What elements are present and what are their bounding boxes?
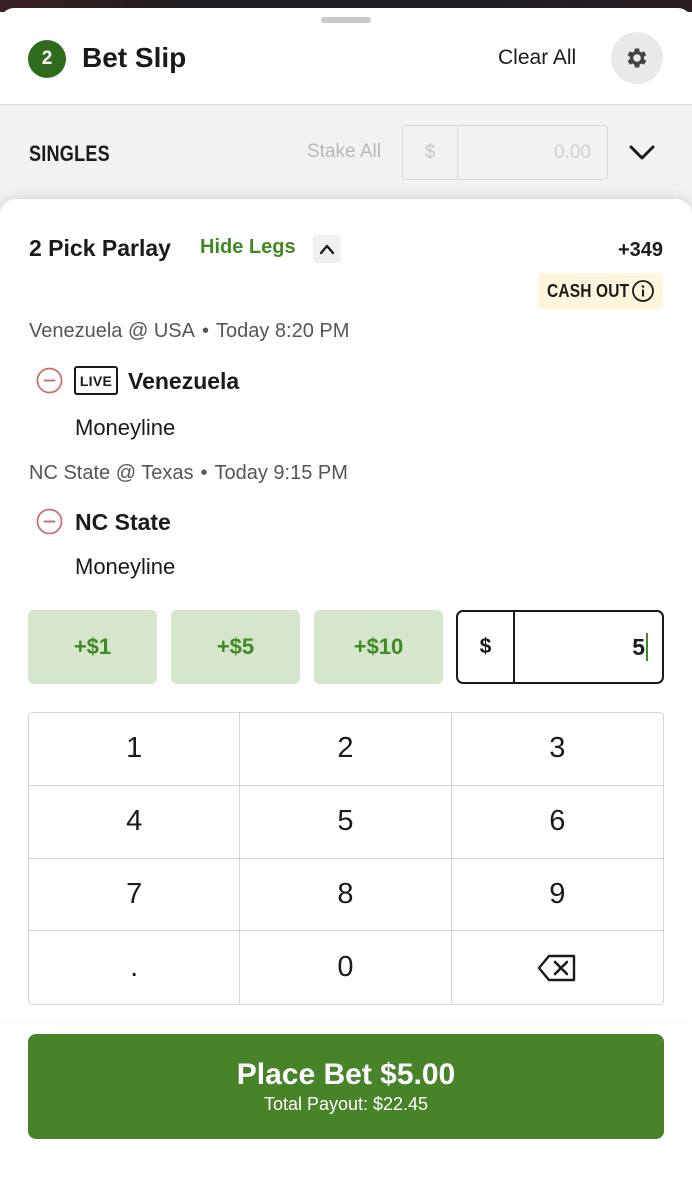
- remove-leg-icon[interactable]: [36, 508, 63, 535]
- stake-all-placeholder: 0.00: [554, 141, 591, 163]
- quick-add-5-button[interactable]: +$5: [171, 610, 300, 684]
- backspace-key[interactable]: [451, 931, 663, 1004]
- stake-value-wrap: 5: [515, 612, 662, 682]
- key-0[interactable]: 0: [240, 931, 452, 1004]
- leg-event-name: NC State @ Texas: [29, 462, 194, 484]
- leg-selection: NC State: [75, 509, 171, 535]
- cash-out-label: CASH OUT: [547, 280, 630, 301]
- key-8[interactable]: 8: [240, 858, 452, 932]
- bet-slip-header: 2 Bet Slip Clear All: [0, 24, 692, 104]
- key-9[interactable]: 9: [451, 858, 663, 932]
- key-5[interactable]: 5: [240, 785, 452, 859]
- leg-selection: Venezuela: [128, 368, 240, 394]
- cash-out-badge[interactable]: CASH OUT: [538, 273, 663, 309]
- quick-add-1-button[interactable]: +$1: [28, 610, 157, 684]
- total-payout-label: Total Payout: $22.45: [263, 1094, 429, 1114]
- collapse-legs-button[interactable]: [313, 235, 341, 263]
- separator-dot: •: [201, 320, 209, 342]
- key-7[interactable]: 7: [29, 858, 241, 932]
- stake-input[interactable]: $ 5: [456, 610, 664, 684]
- backspace-icon: [538, 954, 576, 981]
- leg-event-name: Venezuela @ USA: [29, 320, 195, 342]
- text-cursor: [646, 633, 648, 661]
- page-title: Bet Slip: [82, 42, 187, 73]
- bet-count-badge: 2: [28, 40, 66, 78]
- gear-icon: [627, 48, 647, 68]
- parlay-card: 2 Pick Parlay Hide Legs +349 CASH OUT Ve…: [0, 199, 692, 1021]
- separator-dot: •: [200, 462, 208, 484]
- key-3[interactable]: 3: [451, 713, 663, 786]
- leg-event-time: Today 8:20 PM: [215, 320, 350, 342]
- clear-all-button[interactable]: Clear All: [498, 46, 576, 70]
- parlay-title: 2 Pick Parlay: [29, 235, 171, 261]
- place-bet-label: Place Bet $5.00: [236, 1058, 456, 1091]
- leg-event-info: NC State @ Texas • Today 9:15 PM: [29, 462, 348, 485]
- stake-all-input[interactable]: $ 0.00: [402, 125, 608, 180]
- info-icon[interactable]: [631, 279, 655, 303]
- singles-label: SINGLES: [29, 141, 110, 166]
- parlay-odds: +349: [617, 239, 663, 261]
- remove-leg-icon[interactable]: [36, 367, 63, 394]
- key-6[interactable]: 6: [451, 785, 663, 859]
- leg-event-time: Today 9:15 PM: [214, 462, 348, 484]
- drag-handle[interactable]: [321, 17, 371, 23]
- leg-market: Moneyline: [75, 415, 176, 440]
- hide-legs-button[interactable]: Hide Legs: [200, 236, 296, 259]
- settings-button[interactable]: [611, 32, 663, 84]
- leg-market: Moneyline: [75, 554, 176, 579]
- key-1[interactable]: 1: [29, 713, 241, 786]
- stake-all-currency: $: [403, 126, 458, 179]
- quick-add-10-button[interactable]: +$10: [314, 610, 443, 684]
- chevron-down-icon[interactable]: [626, 139, 658, 165]
- leg-event-info: Venezuela @ USA • Today 8:20 PM: [29, 320, 349, 343]
- place-bet-button[interactable]: Place Bet $5.00 Total Payout: $22.45: [28, 1034, 664, 1139]
- stake-currency: $: [458, 612, 515, 682]
- live-badge: LIVE: [74, 366, 118, 395]
- numeric-keypad: 1 2 3 4 5 6 7 8 9 . 0: [28, 712, 664, 1005]
- chevron-up-icon: [319, 244, 335, 255]
- key-decimal[interactable]: .: [29, 931, 241, 1004]
- stake-value: 5: [632, 633, 645, 660]
- stake-all-label: Stake All: [307, 141, 381, 162]
- key-4[interactable]: 4: [29, 785, 241, 859]
- key-2[interactable]: 2: [240, 713, 452, 786]
